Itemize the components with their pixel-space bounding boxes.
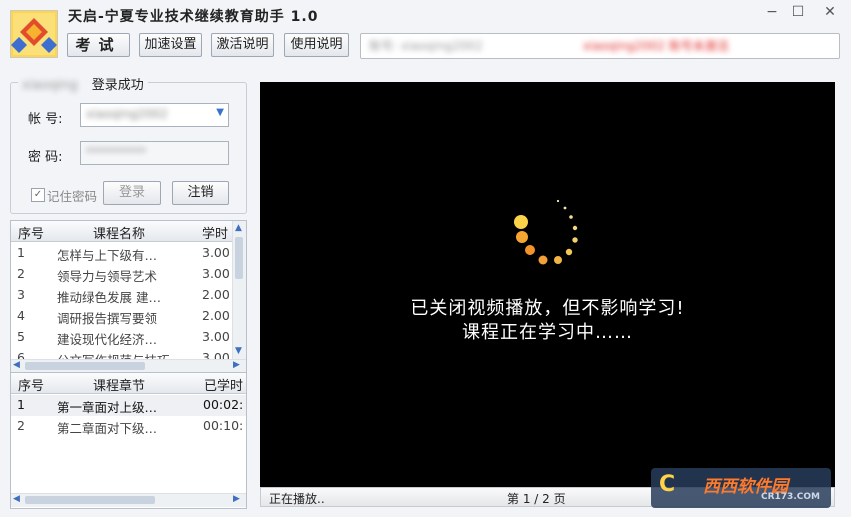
row-no: 4 [17,308,25,323]
row-hours: 3.00 [202,245,230,260]
row-no: 2 [17,266,25,281]
video-player[interactable]: 已关闭视频播放，但不影响学习! 课程正在学习中…… [260,82,835,487]
row-no: 3 [17,287,25,302]
row-hours: 2.00 [202,308,230,323]
table-row[interactable]: 4 调研报告撰写要领 2.00 [11,306,233,327]
row-hours: 2.00 [202,287,230,302]
password-label: 密 码: [28,150,63,165]
video-message-line2: 课程正在学习中…… [462,322,633,343]
password-field[interactable]: ********** [80,141,229,165]
row-time: 00:10: [203,418,244,433]
chevron-left-icon[interactable]: ◀ [13,494,20,504]
remember-checkbox[interactable]: ✓ [31,188,45,202]
chapter-table: 序号 课程章节 已学时 1 第一章面对上级… 00:02: 2 第二章面对下级…… [10,372,247,509]
chapter-table-header: 序号 课程章节 已学时 [11,373,246,394]
account-select[interactable]: xiaoqing2002 ▼ [80,103,229,127]
watermark-c-icon: C [659,472,676,497]
row-no: 1 [17,397,25,412]
row-hours: 3.00 [202,350,230,359]
course-vertical-scrollbar[interactable]: ▲ ▼ [232,221,246,359]
speed-settings-button[interactable]: 加速设置 [139,33,202,57]
chevron-right-icon[interactable]: ▶ [233,494,240,504]
info-account-text: 账号: xiaoqing2002 [369,39,483,53]
account-info-bar: 账号: xiaoqing2002 xiaoqing2002 账号未激活 [360,33,840,59]
maximize-button[interactable]: ☐ [786,2,810,22]
loading-spinner-icon [514,199,578,265]
col-course-hours: 学时 [202,227,229,242]
chapter-horizontal-scrollbar[interactable]: ◀ ▶ [11,493,246,507]
table-row[interactable]: 1 第一章面对上级… 00:02: [11,395,246,416]
col-chapter-time: 已学时 [204,379,244,394]
row-name: 第一章面对上级… [57,400,158,415]
course-horizontal-scrollbar[interactable]: ◀ ▶ [11,359,246,373]
course-table-header: 序号 课程名称 学时 [11,221,233,242]
row-no: 2 [17,418,25,433]
login-username-blurred: xiaoqing [22,78,78,93]
watermark-logo: C 西西软件园 CR173.COM [651,468,831,508]
chevron-down-icon[interactable]: ▼ [216,107,224,118]
page-indicator: 第 1 / 2 页 [507,492,566,506]
chevron-down-icon[interactable]: ▼ [235,346,242,356]
login-status-text: 登录成功 [91,78,144,93]
chevron-left-icon[interactable]: ◀ [13,360,20,370]
table-row[interactable]: 3 推动绿色发展 建… 2.00 [11,285,233,306]
row-no: 1 [17,245,25,260]
chevron-right-icon[interactable]: ▶ [233,360,240,370]
row-hours: 3.00 [202,329,230,344]
activation-help-button[interactable]: 激活说明 [211,33,274,57]
account-label: 帐 号: [28,112,63,127]
password-value: ********** [86,145,146,159]
row-time: 00:02: [203,397,244,412]
row-hours: 3.00 [202,266,230,281]
logout-button[interactable]: 注销 [172,181,229,205]
row-name: 建设现代化经济… [57,332,158,347]
app-title: 天启-宁夏专业技术继续教育助手 1.0 [68,9,319,25]
row-name: 怎样与上下级有… [57,248,158,263]
scroll-thumb[interactable] [25,496,155,504]
usage-help-button[interactable]: 使用说明 [284,33,349,57]
row-no: 6 [17,350,25,359]
table-row[interactable]: 2 领导力与领导艺术 3.00 [11,264,233,285]
row-name: 调研报告撰写要领 [57,311,158,326]
table-row[interactable]: 2 第二章面对下级… 00:10: [11,416,246,437]
scroll-thumb[interactable] [235,237,243,279]
close-button[interactable]: ✕ [818,2,842,22]
info-activation-text: xiaoqing2002 账号未激活 [583,39,729,53]
col-chapter-name: 课程章节 [93,379,146,394]
remember-label: 记住密码 [47,189,98,204]
chevron-up-icon[interactable]: ▲ [235,223,242,233]
table-row[interactable]: 6 公文写作规范与技巧 3.00 [11,348,233,359]
video-message-line1: 已关闭视频播放，但不影响学习! [410,298,685,319]
exam-button[interactable]: 考试 [67,33,130,57]
col-chapter-no: 序号 [18,379,45,394]
login-status: xiaoqing 登录成功 [18,74,148,93]
watermark-subtext: CR173.COM [761,492,820,502]
minimize-button[interactable]: − [760,2,784,22]
row-name: 推动绿色发展 建… [57,290,161,305]
diamond-logo-icon [10,10,58,58]
table-row[interactable]: 5 建设现代化经济… 3.00 [11,327,233,348]
account-value: xiaoqing2002 [86,107,168,121]
table-row[interactable]: 1 怎样与上下级有… 3.00 [11,243,233,264]
scroll-thumb[interactable] [25,362,145,370]
col-course-no: 序号 [18,227,45,242]
col-course-name: 课程名称 [93,227,146,242]
row-name: 第二章面对下级… [57,421,158,436]
row-name: 公文写作规范与技巧 [57,350,170,359]
login-button[interactable]: 登录 [103,181,161,205]
row-no: 5 [17,329,25,344]
course-table: 序号 课程名称 学时 1 怎样与上下级有… 3.00 2 领导力与领导艺术 3.… [10,220,247,374]
row-name: 领导力与领导艺术 [57,269,158,284]
play-status-text: 正在播放.. [269,492,325,506]
